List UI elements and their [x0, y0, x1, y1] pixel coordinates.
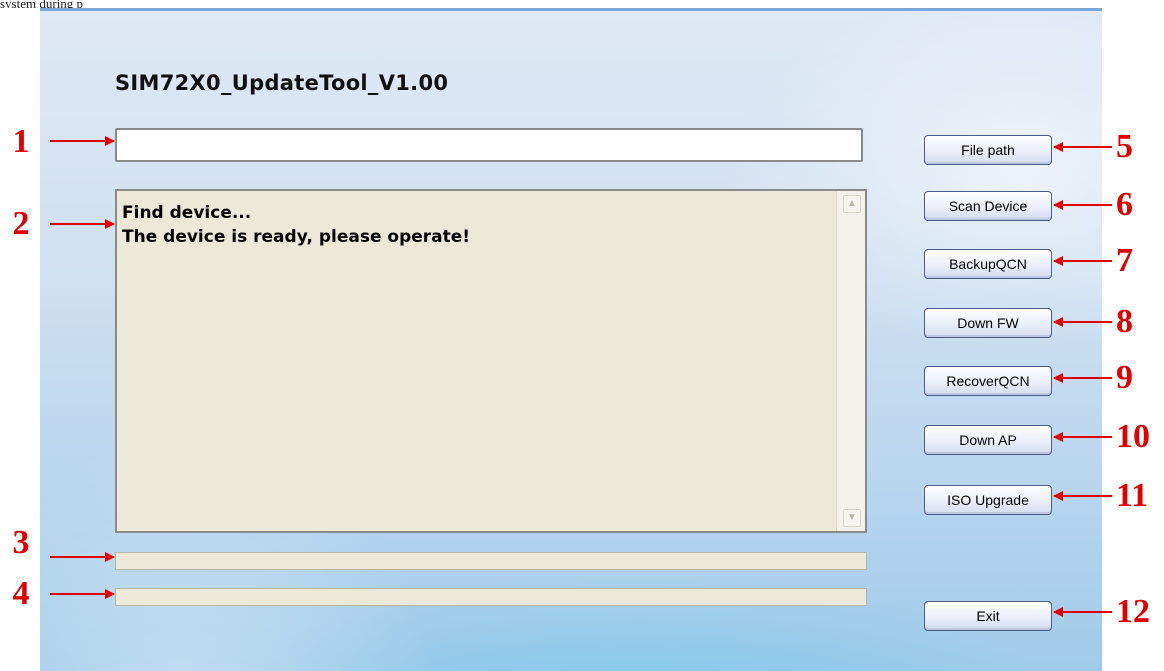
annotation-11: 11 [1116, 477, 1149, 514]
annotation-8: 8 [1116, 303, 1133, 340]
annotation-10: 10 [1116, 418, 1150, 455]
document-caption-fragment: system during p [0, 0, 84, 8]
log-text: Find device... The device is ready, plea… [122, 201, 470, 249]
annotation-2: 2 [12, 205, 30, 242]
progress-bar-2 [115, 588, 867, 606]
scroll-up-icon[interactable]: ▲ [843, 195, 861, 213]
progress-bar-1 [115, 552, 867, 570]
exit-button[interactable]: Exit [924, 601, 1052, 631]
annotation-1: 1 [12, 123, 30, 160]
down-ap-button[interactable]: Down AP [924, 425, 1052, 455]
annotation-5: 5 [1116, 128, 1133, 165]
backup-qcn-button[interactable]: BackupQCN [924, 249, 1052, 279]
file-path-input[interactable] [115, 128, 863, 162]
log-scrollbar[interactable]: ▲ ▼ [836, 191, 865, 531]
update-tool-window: SIM72X0_UpdateTool_V1.00 Find device... … [40, 8, 1102, 671]
recover-qcn-button[interactable]: RecoverQCN [924, 366, 1052, 396]
log-line-1: Find device... [122, 203, 252, 223]
log-line-2: The device is ready, please operate! [122, 227, 471, 247]
app-title: SIM72X0_UpdateTool_V1.00 [115, 71, 449, 95]
down-fw-button[interactable]: Down FW [924, 308, 1052, 338]
log-output-area[interactable]: Find device... The device is ready, plea… [115, 189, 867, 533]
annotation-12: 12 [1116, 593, 1150, 630]
annotation-4: 4 [12, 575, 30, 612]
file-path-button[interactable]: File path [924, 135, 1052, 165]
annotation-3: 3 [12, 524, 30, 561]
annotation-9: 9 [1116, 359, 1133, 396]
scroll-down-icon[interactable]: ▼ [843, 509, 861, 527]
annotation-6: 6 [1116, 186, 1133, 223]
iso-upgrade-button[interactable]: ISO Upgrade [924, 485, 1052, 515]
annotation-7: 7 [1116, 242, 1133, 279]
scan-device-button[interactable]: Scan Device [924, 191, 1052, 221]
